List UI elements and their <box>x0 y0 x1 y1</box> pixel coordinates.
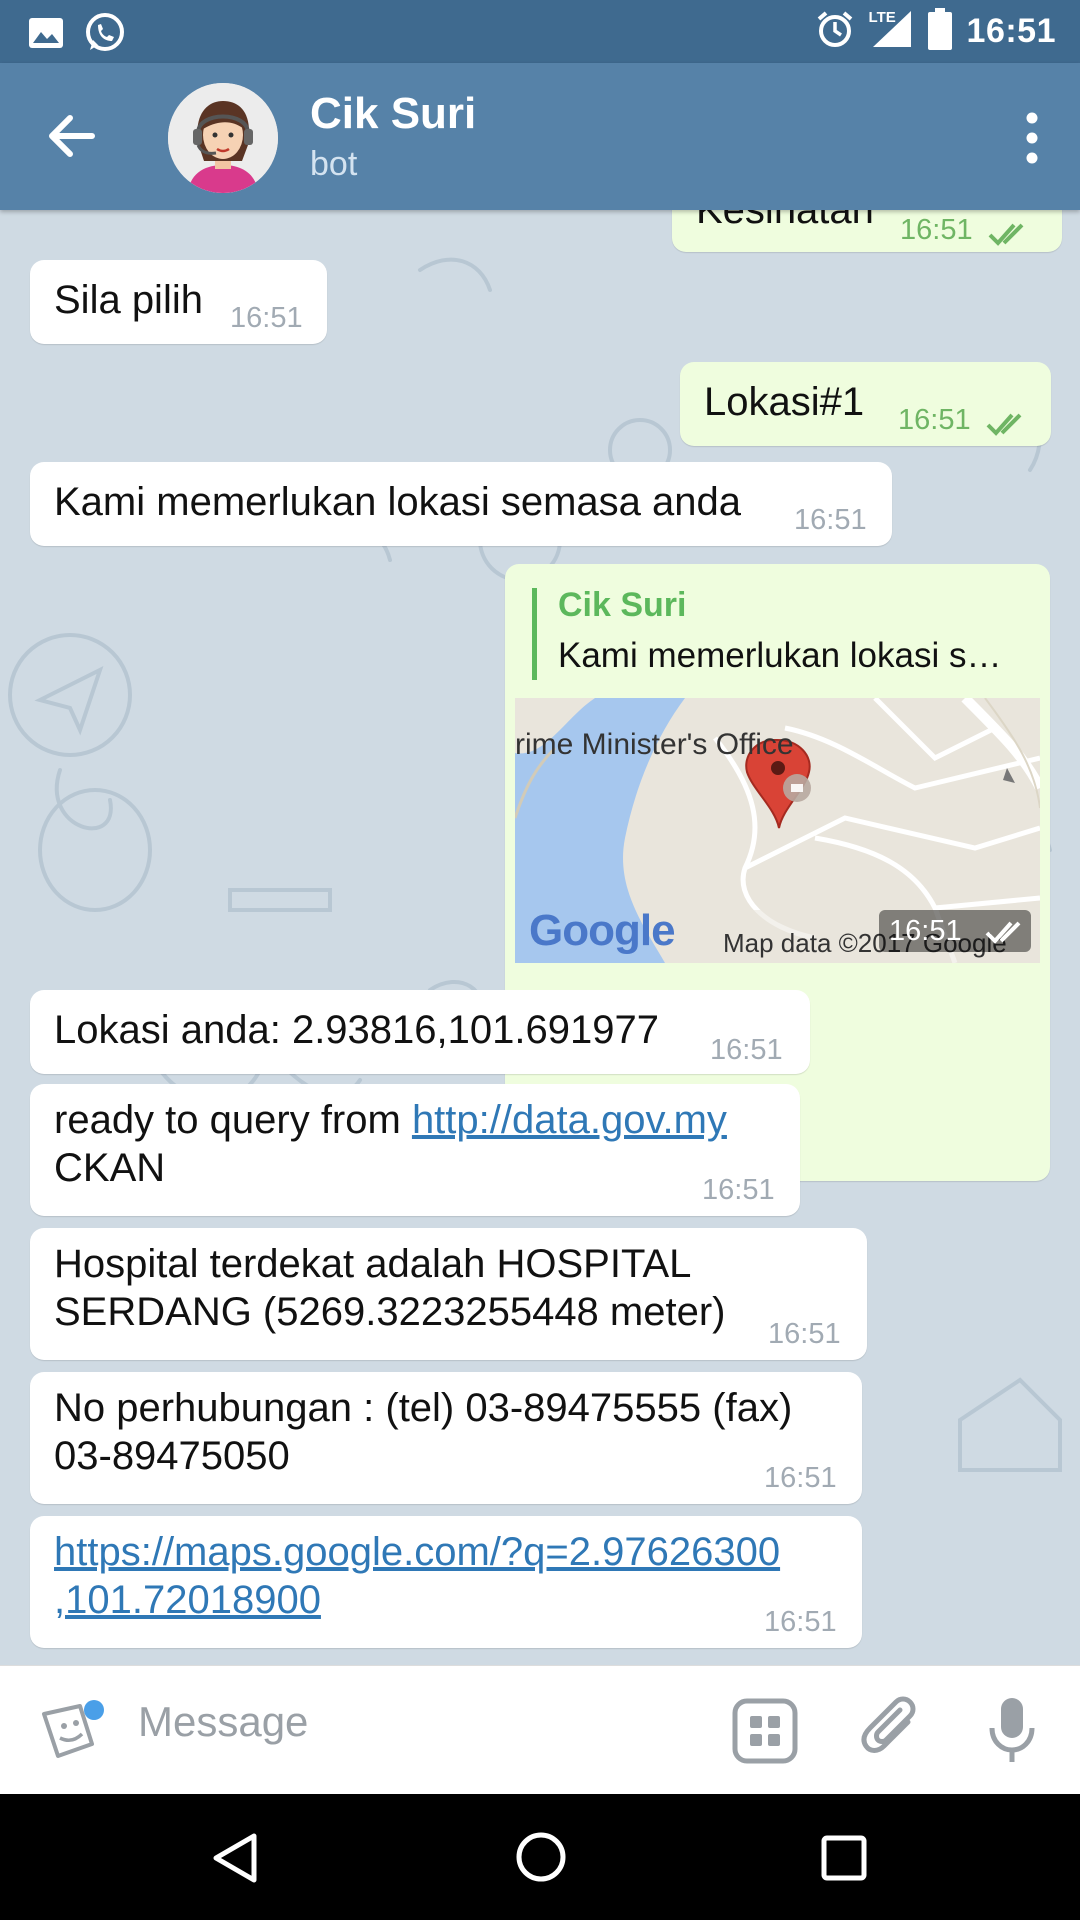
message-bubble-incoming[interactable]: Kami memerlukan lokasi semasa anda 16:51 <box>30 462 892 546</box>
message-text: Sila pilih <box>54 278 203 322</box>
sticker-icon[interactable] <box>36 1700 108 1769</box>
message-text: No perhubungan : (tel) 03-89475555 (fax)… <box>54 1384 792 1480</box>
chat-title[interactable]: Cik Suri <box>310 89 476 139</box>
map-place-label: rime Minister's Office <box>515 728 794 761</box>
google-maps-link[interactable]: https://maps.google.com/?q=2.97626300 <box>54 1530 780 1574</box>
bot-keyboard-icon[interactable] <box>732 1698 798 1769</box>
message-text: Hospital terdekat adalah HOSPITAL SERDAN… <box>54 1240 725 1336</box>
alarm-icon <box>815 9 855 54</box>
read-check-icon <box>985 919 1027 950</box>
bot-avatar[interactable] <box>168 83 278 193</box>
message-text: https://maps.google.com/?q=2.97626300 ,1… <box>54 1528 780 1624</box>
message-bubble-outgoing[interactable]: Lokasi#1 16:51 <box>680 362 1051 446</box>
system-nav-bar <box>0 1794 1080 1920</box>
message-time: 16:51 <box>898 404 971 436</box>
message-time: 16:51 <box>794 504 867 536</box>
read-check-icon <box>986 402 1028 447</box>
message-time: 16:51 <box>889 915 962 947</box>
message-line: 03-89475050 <box>54 1434 290 1478</box>
status-bar: LTE 16:51 <box>0 0 1080 63</box>
message-text: Kesihatan <box>696 210 874 232</box>
map-time-badge: 16:51 <box>879 910 1031 952</box>
read-check-icon <box>988 212 1030 257</box>
chat-subtitle: bot <box>310 145 358 183</box>
message-time: 16:51 <box>900 214 973 246</box>
message-line: Hospital terdekat adalah HOSPITAL <box>54 1242 692 1286</box>
network-type: LTE <box>868 9 896 26</box>
status-time: 16:51 <box>966 12 1056 50</box>
message-text: Lokasi anda: 2.93816,101.691977 <box>54 1008 659 1052</box>
message-line: SERDANG (5269.3223255448 meter) <box>54 1290 726 1334</box>
nav-back-icon[interactable] <box>210 1832 260 1889</box>
message-bubble-outgoing[interactable]: Kesihatan 16:51 <box>672 210 1062 252</box>
message-composer: Message <box>0 1665 1080 1795</box>
battery-icon <box>927 8 953 55</box>
message-text-part: CKAN <box>54 1146 166 1190</box>
more-vert-icon[interactable] <box>1012 108 1052 168</box>
message-list[interactable]: Kesihatan 16:51 Sila pilih 16:51 Lokasi#… <box>0 210 1080 1665</box>
reply-text[interactable]: Kami memerlukan lokasi s… <box>558 636 1001 676</box>
message-text-part: ready to query from <box>54 1098 412 1142</box>
signal-icon: LTE <box>869 9 913 54</box>
message-time: 16:51 <box>702 1174 775 1206</box>
message-bubble-incoming[interactable]: ready to query from http://data.gov.my C… <box>30 1084 800 1216</box>
message-text: ready to query from http://data.gov.my C… <box>54 1096 727 1192</box>
image-icon <box>28 17 64 54</box>
message-bubble-incoming[interactable]: https://maps.google.com/?q=2.97626300 ,1… <box>30 1516 862 1648</box>
google-logo: Google <box>529 906 676 955</box>
whatsapp-icon <box>84 12 126 59</box>
mic-icon[interactable] <box>986 1694 1038 1771</box>
message-bubble-incoming[interactable]: No perhubungan : (tel) 03-89475555 (fax)… <box>30 1372 862 1504</box>
message-time: 16:51 <box>768 1318 841 1350</box>
back-arrow-icon[interactable] <box>40 108 104 164</box>
nav-recents-icon[interactable] <box>820 1834 868 1887</box>
message-text: Lokasi#1 <box>704 380 865 424</box>
location-map-preview[interactable]: rime Minister's Office Google Map data ©… <box>515 698 1040 963</box>
message-time: 16:51 <box>230 302 303 334</box>
reply-quote-bar <box>532 588 537 680</box>
message-bubble-incoming[interactable]: Sila pilih 16:51 <box>30 260 327 344</box>
message-input[interactable]: Message <box>138 1698 308 1746</box>
google-maps-link[interactable]: ,101.72018900 <box>54 1578 321 1622</box>
chat-header: Cik Suri bot <box>0 63 1080 210</box>
message-time: 16:51 <box>764 1606 837 1638</box>
message-time: 16:51 <box>710 1034 783 1066</box>
message-time: 16:51 <box>764 1462 837 1494</box>
attach-icon[interactable] <box>858 1694 924 1771</box>
message-line: No perhubungan : (tel) 03-89475555 (fax) <box>54 1386 793 1430</box>
message-bubble-incoming[interactable]: Lokasi anda: 2.93816,101.691977 16:51 <box>30 990 810 1074</box>
message-text: Kami memerlukan lokasi semasa anda <box>54 480 741 524</box>
reply-author[interactable]: Cik Suri <box>558 586 686 625</box>
message-bubble-incoming[interactable]: Hospital terdekat adalah HOSPITAL SERDAN… <box>30 1228 867 1360</box>
data-gov-link[interactable]: http://data.gov.my <box>412 1098 727 1142</box>
nav-home-icon[interactable] <box>514 1830 568 1889</box>
